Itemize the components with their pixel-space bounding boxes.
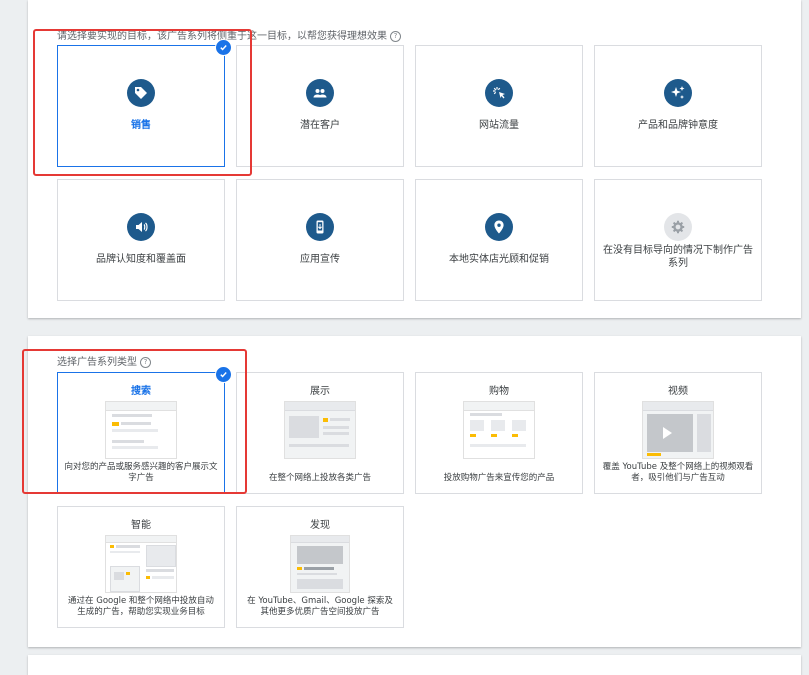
gear-icon bbox=[664, 213, 692, 241]
tag-icon bbox=[127, 79, 155, 107]
type-card-search[interactable]: 搜索 向对您的产品或服务感兴趣的客户展示文字广告 bbox=[57, 366, 232, 494]
play-icon bbox=[663, 427, 672, 439]
type-card-discovery[interactable]: 发现 在 YouTube、Gmail、Google 探索及其他更多优质广告空间投… bbox=[236, 506, 404, 628]
type-title: 智能 bbox=[131, 520, 151, 531]
type-title: 视频 bbox=[668, 386, 688, 397]
type-title: 发现 bbox=[310, 520, 330, 531]
type-title: 展示 bbox=[310, 386, 330, 397]
search-thumbnail bbox=[105, 401, 177, 459]
type-card-video[interactable]: 视频 覆盖 YouTube 及整个网络上的视频观看者，吸引他们与广告互动 bbox=[594, 372, 762, 494]
campaign-type-heading: 选择广告系列类型? bbox=[57, 353, 151, 368]
campaign-type-panel: 选择广告系列类型? 搜索 向对您的产品或服务感兴趣的客户展示文字广告 展示 在整… bbox=[28, 336, 801, 647]
type-desc: 通过在 Google 和整个网络中投放自动生成的广告，帮助您实现业务目标 bbox=[68, 596, 214, 617]
goal-label: 本地实体店光顾和促销 bbox=[449, 254, 549, 265]
sparkle-icon bbox=[664, 79, 692, 107]
goal-card-traffic[interactable]: 网站流量 bbox=[415, 45, 583, 167]
goal-card-no-goal[interactable]: 在没有目标导向的情况下制作广告系列 bbox=[594, 179, 762, 301]
smart-thumbnail bbox=[105, 535, 177, 593]
cursor-click-icon bbox=[485, 79, 513, 107]
goal-card-awareness[interactable]: 品牌认知度和覆盖面 bbox=[57, 179, 225, 301]
goal-label: 网站流量 bbox=[479, 120, 519, 131]
goal-panel: 请选择要实现的目标，该广告系列将侧重于这一目标，以帮您获得理想效果? 销售 潜在… bbox=[28, 0, 801, 318]
help-icon[interactable]: ? bbox=[140, 357, 151, 368]
type-desc: 向对您的产品或服务感兴趣的客户展示文字广告 bbox=[64, 462, 218, 483]
check-icon bbox=[215, 366, 232, 383]
goal-label: 在没有目标导向的情况下制作广告系列 bbox=[603, 245, 753, 269]
shopping-thumbnail bbox=[463, 401, 535, 459]
discovery-thumbnail bbox=[290, 535, 350, 593]
type-title: 购物 bbox=[489, 386, 509, 397]
check-icon bbox=[215, 39, 232, 56]
goal-label: 销售 bbox=[131, 120, 151, 131]
phone-icon bbox=[306, 213, 334, 241]
goal-label: 应用宣传 bbox=[300, 254, 340, 265]
goal-card-consideration[interactable]: 产品和品牌钟意度 bbox=[594, 45, 762, 167]
megaphone-icon bbox=[127, 213, 155, 241]
goal-label: 潜在客户 bbox=[300, 120, 340, 131]
goal-card-sales[interactable]: 销售 bbox=[57, 39, 232, 167]
video-thumbnail bbox=[642, 401, 714, 459]
type-desc: 覆盖 YouTube 及整个网络上的视频观看者，吸引他们与广告互动 bbox=[602, 462, 754, 483]
type-desc: 投放购物广告来宣传您的产品 bbox=[443, 473, 555, 483]
type-desc: 在 YouTube、Gmail、Google 探索及其他更多优质广告空间投放广告 bbox=[247, 596, 393, 617]
type-title: 搜索 bbox=[131, 386, 151, 397]
people-icon bbox=[306, 79, 334, 107]
location-pin-icon bbox=[485, 213, 513, 241]
type-desc: 在整个网络上投放各类广告 bbox=[268, 473, 371, 483]
goal-heading: 请选择要实现的目标，该广告系列将侧重于这一目标，以帮您获得理想效果? bbox=[57, 27, 401, 42]
display-thumbnail bbox=[284, 401, 356, 459]
goal-label: 品牌认知度和覆盖面 bbox=[96, 254, 186, 265]
type-card-shopping[interactable]: 购物 投放购物广告来宣传您的产品 bbox=[415, 372, 583, 494]
help-icon[interactable]: ? bbox=[390, 31, 401, 42]
goal-label: 产品和品牌钟意度 bbox=[638, 120, 718, 131]
type-card-display[interactable]: 展示 在整个网络上投放各类广告 bbox=[236, 372, 404, 494]
goal-card-app[interactable]: 应用宣传 bbox=[236, 179, 404, 301]
goal-card-leads[interactable]: 潜在客户 bbox=[236, 45, 404, 167]
type-card-smart[interactable]: 智能 通过在 Google 和整个网络中投放自动生成的广告，帮助您实现业务目标 bbox=[57, 506, 225, 628]
goal-card-local[interactable]: 本地实体店光顾和促销 bbox=[415, 179, 583, 301]
next-panel bbox=[28, 655, 801, 675]
